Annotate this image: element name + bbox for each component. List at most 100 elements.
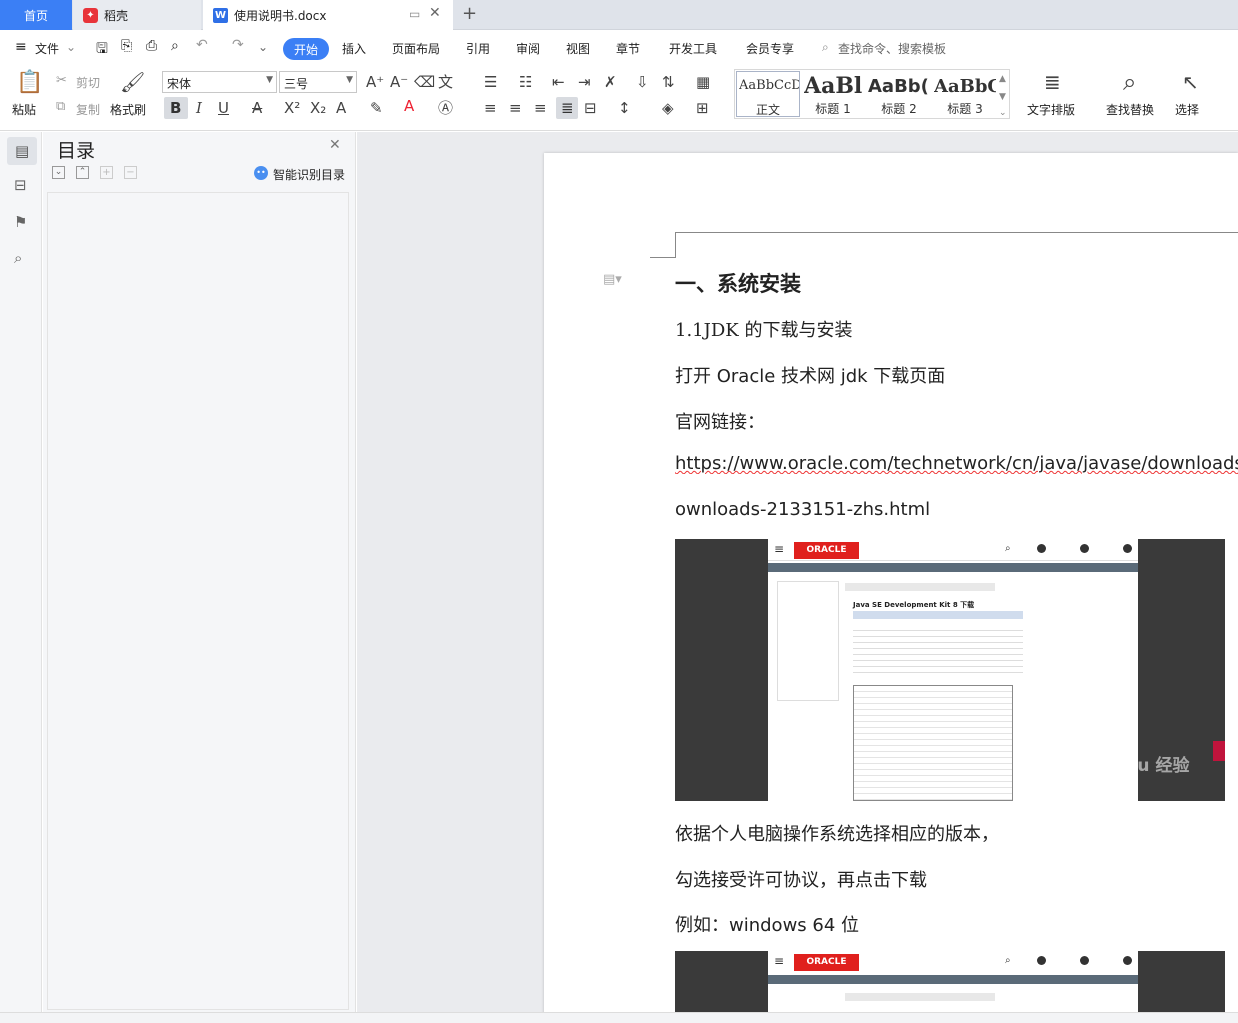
menu-insert[interactable]: 插入 [342, 40, 366, 57]
shrink-font-icon[interactable]: A⁻ [390, 74, 408, 90]
text-layout-icon[interactable]: ≣ [1044, 71, 1061, 93]
add-tab-button[interactable]: + [462, 3, 477, 24]
chinese-layout-icon[interactable]: ✗ [604, 74, 617, 90]
align-right-icon[interactable]: ≡ [534, 100, 547, 116]
menu-review[interactable]: 审阅 [516, 40, 540, 57]
copy-button[interactable]: 复制 [76, 101, 100, 118]
char-border-icon[interactable]: Ⓐ [438, 100, 453, 116]
close-icon[interactable]: ✕ [329, 137, 341, 153]
embedded-screenshot-2[interactable]: ≡ ORACLE ⌕ [675, 951, 1225, 1012]
doc-subheading[interactable]: 1.1JDK 的下载与安装 [675, 316, 852, 342]
select-button[interactable]: 选择 [1175, 101, 1199, 118]
search-icon[interactable]: ⌕ [14, 250, 22, 266]
highlight-icon[interactable]: ✎ [370, 100, 383, 116]
grow-font-icon[interactable]: A⁺ [366, 74, 384, 90]
style-normal[interactable]: AaBbCcDd 正文 [736, 71, 800, 117]
text-layout-button[interactable]: 文字排版 [1027, 101, 1075, 118]
save-icon[interactable]: 🖫 [96, 38, 108, 62]
close-tab-icon[interactable]: ✕ [429, 5, 441, 21]
undo-icon[interactable]: ↶ [196, 37, 208, 53]
bullet-list-icon[interactable]: ☰ [484, 74, 497, 90]
style-heading3[interactable]: AaBbC 标题 3 [934, 71, 996, 117]
find-replace-icon[interactable]: ⌕ [1123, 69, 1136, 95]
clear-format-icon[interactable]: ⌫ [414, 74, 435, 90]
align-left-icon[interactable]: ≡ [484, 100, 497, 116]
doc-paragraph-1[interactable]: 打开 Oracle 技术网 jdk 下载页面 [675, 362, 945, 388]
style-heading2[interactable]: AaBb( 标题 2 [868, 71, 932, 117]
show-marks-icon[interactable]: ▦ [696, 74, 710, 90]
scissors-icon[interactable]: ✂ [56, 73, 67, 89]
format-painter-button[interactable]: 格式刷 [110, 101, 146, 118]
toc-nav-button[interactable]: ▤ [7, 137, 37, 165]
tab-home[interactable]: 首页 [0, 0, 72, 30]
shading-icon[interactable]: ◈ [662, 100, 674, 116]
doc-paragraph-5[interactable]: 例如：windows 64 位 [675, 911, 859, 937]
decrease-indent-icon[interactable]: ⇤ [552, 74, 565, 90]
menu-member[interactable]: 会员专享 [746, 40, 794, 57]
menu-section[interactable]: 章节 [616, 40, 640, 57]
line-spacing-icon[interactable]: ↕ [618, 100, 631, 116]
strikethrough-icon[interactable]: A [252, 100, 262, 116]
expand-all-icon[interactable]: ⌄ [52, 166, 65, 179]
print-icon[interactable]: ⎙ [146, 38, 157, 54]
superscript-icon[interactable]: X² [284, 100, 300, 116]
paragraph-handle-icon[interactable]: ▤▾ [603, 272, 622, 287]
style-scroll-down-icon[interactable]: ▼ [999, 89, 1006, 105]
redo-icon[interactable]: ↷ [232, 37, 244, 53]
export-pdf-icon[interactable]: ⎘ [121, 38, 132, 54]
menu-file[interactable]: 文件 [35, 40, 59, 57]
paste-icon[interactable]: 📋 [16, 71, 43, 95]
doc-url-line-2[interactable]: ownloads-2133151-zhs.html [675, 499, 930, 520]
menu-view[interactable]: 视图 [566, 40, 590, 57]
format-painter-icon[interactable]: 🖌 [120, 71, 145, 93]
tab-document[interactable]: W 使用说明书.docx ▭ ✕ [203, 0, 453, 30]
bookmark-icon[interactable]: ⚑ [14, 214, 27, 230]
increase-indent-icon[interactable]: ⇥ [578, 74, 591, 90]
font-size-select[interactable]: 三号 ▼ [279, 71, 357, 93]
embedded-screenshot-1[interactable]: ≡ ORACLE ⌕ Java SE Development Kit 8 下载 … [675, 539, 1225, 801]
hamburger-icon[interactable]: ≡ [15, 39, 27, 55]
command-search-input[interactable]: 查找命令、搜索模板 [838, 40, 946, 57]
cut-button[interactable]: 剪切 [76, 74, 100, 91]
doc-paragraph-2[interactable]: 官网链接： [675, 408, 765, 434]
outline-icon[interactable]: ⊟ [14, 177, 27, 193]
more-icon[interactable]: ⌄ [258, 40, 268, 54]
style-scroll-up-icon[interactable]: ▲ [999, 71, 1006, 87]
print-preview-icon[interactable]: ⌕ [171, 38, 179, 54]
collapse-all-icon[interactable]: ⌃ [76, 166, 89, 179]
phonetic-icon[interactable]: 文 [438, 74, 453, 90]
paste-button[interactable]: 粘贴 [12, 101, 36, 118]
menu-developer[interactable]: 开发工具 [669, 40, 717, 57]
doc-url-line-1[interactable]: https://www.oracle.com/technetwork/cn/ja… [675, 453, 1238, 474]
underline-icon[interactable]: U [218, 100, 229, 116]
add-level-icon[interactable]: + [100, 166, 113, 179]
chevron-down-icon[interactable]: ⌄ [66, 40, 76, 54]
smart-toc-button[interactable]: 智能识别目录 [273, 166, 345, 183]
doc-paragraph-3[interactable]: 依据个人电脑操作系统选择相应的版本， [675, 820, 999, 846]
select-cursor-icon[interactable]: ↖ [1182, 71, 1199, 93]
style-more-icon[interactable]: ⌄ [999, 105, 1007, 121]
find-replace-button[interactable]: 查找替换 [1106, 101, 1154, 118]
borders-icon[interactable]: ⊞ [696, 100, 709, 116]
distribute-icon[interactable]: ⊟ [584, 100, 597, 116]
menu-references[interactable]: 引用 [466, 40, 490, 57]
doc-heading[interactable]: 一、系统安装 [675, 268, 801, 298]
italic-icon[interactable]: I [196, 100, 202, 116]
window-icon[interactable]: ▭ [409, 7, 420, 21]
remove-level-icon[interactable]: − [124, 166, 137, 179]
font-family-select[interactable]: 宋体 ▼ [162, 71, 277, 93]
font-color-icon[interactable]: A [404, 98, 414, 114]
numbered-list-icon[interactable]: ☷ [519, 74, 532, 90]
bold-button[interactable]: B [164, 97, 188, 119]
text-effect-icon[interactable]: A [336, 100, 346, 116]
tab-daoke[interactable]: ✦ 稻壳 [73, 0, 201, 30]
style-heading1[interactable]: AaBl 标题 1 [802, 71, 866, 117]
doc-paragraph-4[interactable]: 勾选接受许可协议，再点击下载 [675, 866, 927, 892]
justify-button[interactable]: ≣ [556, 97, 578, 119]
sort-icon[interactable]: ⇅ [662, 74, 675, 90]
menu-start[interactable]: 开始 [283, 38, 329, 60]
menu-page-layout[interactable]: 页面布局 [392, 40, 440, 57]
align-center-icon[interactable]: ≡ [509, 100, 522, 116]
subscript-icon[interactable]: X₂ [310, 100, 326, 116]
copy-icon[interactable]: ⧉ [56, 99, 65, 115]
